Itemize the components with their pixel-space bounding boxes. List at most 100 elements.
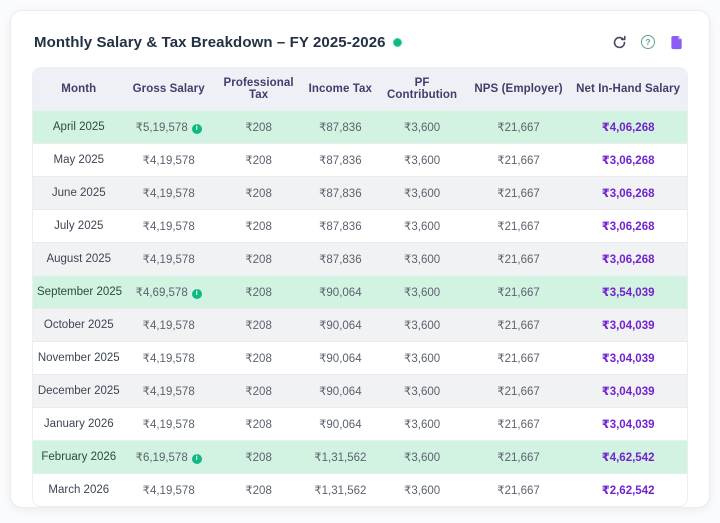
income-tax-cell: ₹90,064 [304,276,376,309]
gross-salary-value: ₹4,19,578 [143,320,195,332]
refresh-icon [612,35,627,50]
income-tax-cell: ₹90,064 [304,375,376,408]
professional-tax-cell: ₹208 [213,309,305,342]
column-header-month: Month [33,68,125,111]
table-row: November 2025 ₹4,19,578i ₹208 ₹90,064 ₹3… [33,342,687,375]
gross-salary-cell: ₹4,19,578i [125,210,213,243]
nps-employer-cell: ₹21,667 [468,144,569,177]
table-row: February 2026 ₹6,19,578i ₹208 ₹1,31,562 … [33,441,687,474]
month-cell: September 2025 [33,276,125,309]
professional-tax-cell: ₹208 [213,111,305,144]
income-tax-cell: ₹87,836 [304,210,376,243]
table-row: June 2025 ₹4,19,578i ₹208 ₹87,836 ₹3,600… [33,177,687,210]
income-tax-cell: ₹87,836 [304,177,376,210]
month-cell: April 2025 [33,111,125,144]
professional-tax-cell: ₹208 [213,144,305,177]
pf-contribution-cell: ₹3,600 [376,408,468,441]
professional-tax-cell: ₹208 [213,375,305,408]
gross-salary-cell: ₹5,19,578i [125,111,213,144]
professional-tax-cell: ₹208 [213,243,305,276]
gross-salary-cell: ₹4,69,578 i [125,276,213,309]
professional-tax-cell: ₹208 [213,408,305,441]
gross-salary-cell: ₹4,19,578i [125,342,213,375]
month-cell: October 2025 [33,309,125,342]
pf-contribution-cell: ₹3,600 [376,309,468,342]
table-row: September 2025 ₹4,69,578 i ₹208 ₹90,064 ₹… [33,276,687,309]
nps-employer-cell: ₹21,667 [468,441,569,474]
income-tax-cell: ₹1,31,562 [304,441,376,474]
net-in-hand-cell: ₹3,04,039 [569,309,687,342]
nps-employer-cell: ₹21,667 [468,210,569,243]
pf-contribution-cell: ₹3,600 [376,144,468,177]
professional-tax-cell: ₹208 [213,177,305,210]
help-button[interactable]: ? [639,33,657,51]
net-in-hand-cell: ₹3,06,268 [569,210,687,243]
professional-tax-cell: ₹208 [213,276,305,309]
table-row: July 2025 ₹4,19,578i ₹208 ₹87,836 ₹3,600… [33,210,687,243]
income-tax-cell: ₹90,064 [304,408,376,441]
table-row: October 2025 ₹4,19,578i ₹208 ₹90,064 ₹3,… [33,309,687,342]
income-tax-cell: ₹90,064 [304,309,376,342]
month-cell: November 2025 [33,342,125,375]
table-body: April 2025 ₹5,19,578i ₹208 ₹87,836 ₹3,60… [33,111,687,507]
export-document-button[interactable] [668,33,686,51]
toolbar: ? [610,33,686,51]
professional-tax-cell: ₹208 [213,210,305,243]
salary-change-info-icon[interactable]: i [192,454,202,464]
pf-contribution-cell: ₹3,600 [376,276,468,309]
help-icon: ? [641,35,655,49]
net-in-hand-cell: ₹4,06,268 [569,111,687,144]
salary-change-info-icon[interactable]: i [192,124,202,134]
nps-employer-cell: ₹21,667 [468,111,569,144]
month-cell: January 2026 [33,408,125,441]
gross-salary-cell: ₹6,19,578 i [125,441,213,474]
gross-salary-value: ₹4,19,578 [143,386,195,398]
nps-employer-cell: ₹21,667 [468,276,569,309]
net-in-hand-cell: ₹3,04,039 [569,408,687,441]
professional-tax-cell: ₹208 [213,342,305,375]
nps-employer-cell: ₹21,667 [468,474,569,507]
pf-contribution-cell: ₹3,600 [376,474,468,507]
month-cell: June 2025 [33,177,125,210]
pf-contribution-cell: ₹3,600 [376,243,468,276]
net-in-hand-cell: ₹3,04,039 [569,375,687,408]
page-title: Monthly Salary & Tax Breakdown – FY 2025… [34,34,386,51]
gross-salary-value: ₹4,19,578 [143,221,195,233]
gross-salary-cell: ₹4,19,578i [125,408,213,441]
table-header-row: Month Gross Salary Professional Tax Inco… [33,68,687,111]
gross-salary-cell: ₹4,19,578i [125,474,213,507]
income-tax-cell: ₹87,836 [304,111,376,144]
card-header: Monthly Salary & Tax Breakdown – FY 2025… [32,31,688,51]
nps-employer-cell: ₹21,667 [468,243,569,276]
salary-change-info-icon[interactable]: i [192,289,202,299]
nps-employer-cell: ₹21,667 [468,408,569,441]
nps-employer-cell: ₹21,667 [468,177,569,210]
gross-salary-value: ₹4,69,578 [136,287,188,299]
gross-salary-value: ₹6,19,578 [136,452,188,464]
income-tax-cell: ₹1,31,562 [304,474,376,507]
gross-salary-value: ₹4,19,578 [143,155,195,167]
nps-employer-cell: ₹21,667 [468,375,569,408]
salary-table: Month Gross Salary Professional Tax Inco… [33,68,687,506]
nps-employer-cell: ₹21,667 [468,309,569,342]
income-tax-cell: ₹87,836 [304,144,376,177]
live-status-dot-icon [393,38,402,47]
column-header-nps-employer: NPS (Employer) [468,68,569,111]
month-cell: May 2025 [33,144,125,177]
gross-salary-value: ₹4,19,578 [143,353,195,365]
column-header-pf-contribution: PF Contribution [376,68,468,111]
net-in-hand-cell: ₹3,06,268 [569,177,687,210]
refresh-button[interactable] [610,33,628,51]
month-cell: December 2025 [33,375,125,408]
table-row: April 2025 ₹5,19,578i ₹208 ₹87,836 ₹3,60… [33,111,687,144]
salary-table-container: Month Gross Salary Professional Tax Inco… [32,67,688,507]
pf-contribution-cell: ₹3,600 [376,111,468,144]
pf-contribution-cell: ₹3,600 [376,375,468,408]
month-cell: July 2025 [33,210,125,243]
net-in-hand-cell: ₹3,54,039 [569,276,687,309]
month-cell: August 2025 [33,243,125,276]
gross-salary-cell: ₹4,19,578i [125,144,213,177]
net-in-hand-cell: ₹2,62,542 [569,474,687,507]
column-header-professional-tax: Professional Tax [213,68,305,111]
gross-salary-value: ₹4,19,578 [143,485,195,497]
